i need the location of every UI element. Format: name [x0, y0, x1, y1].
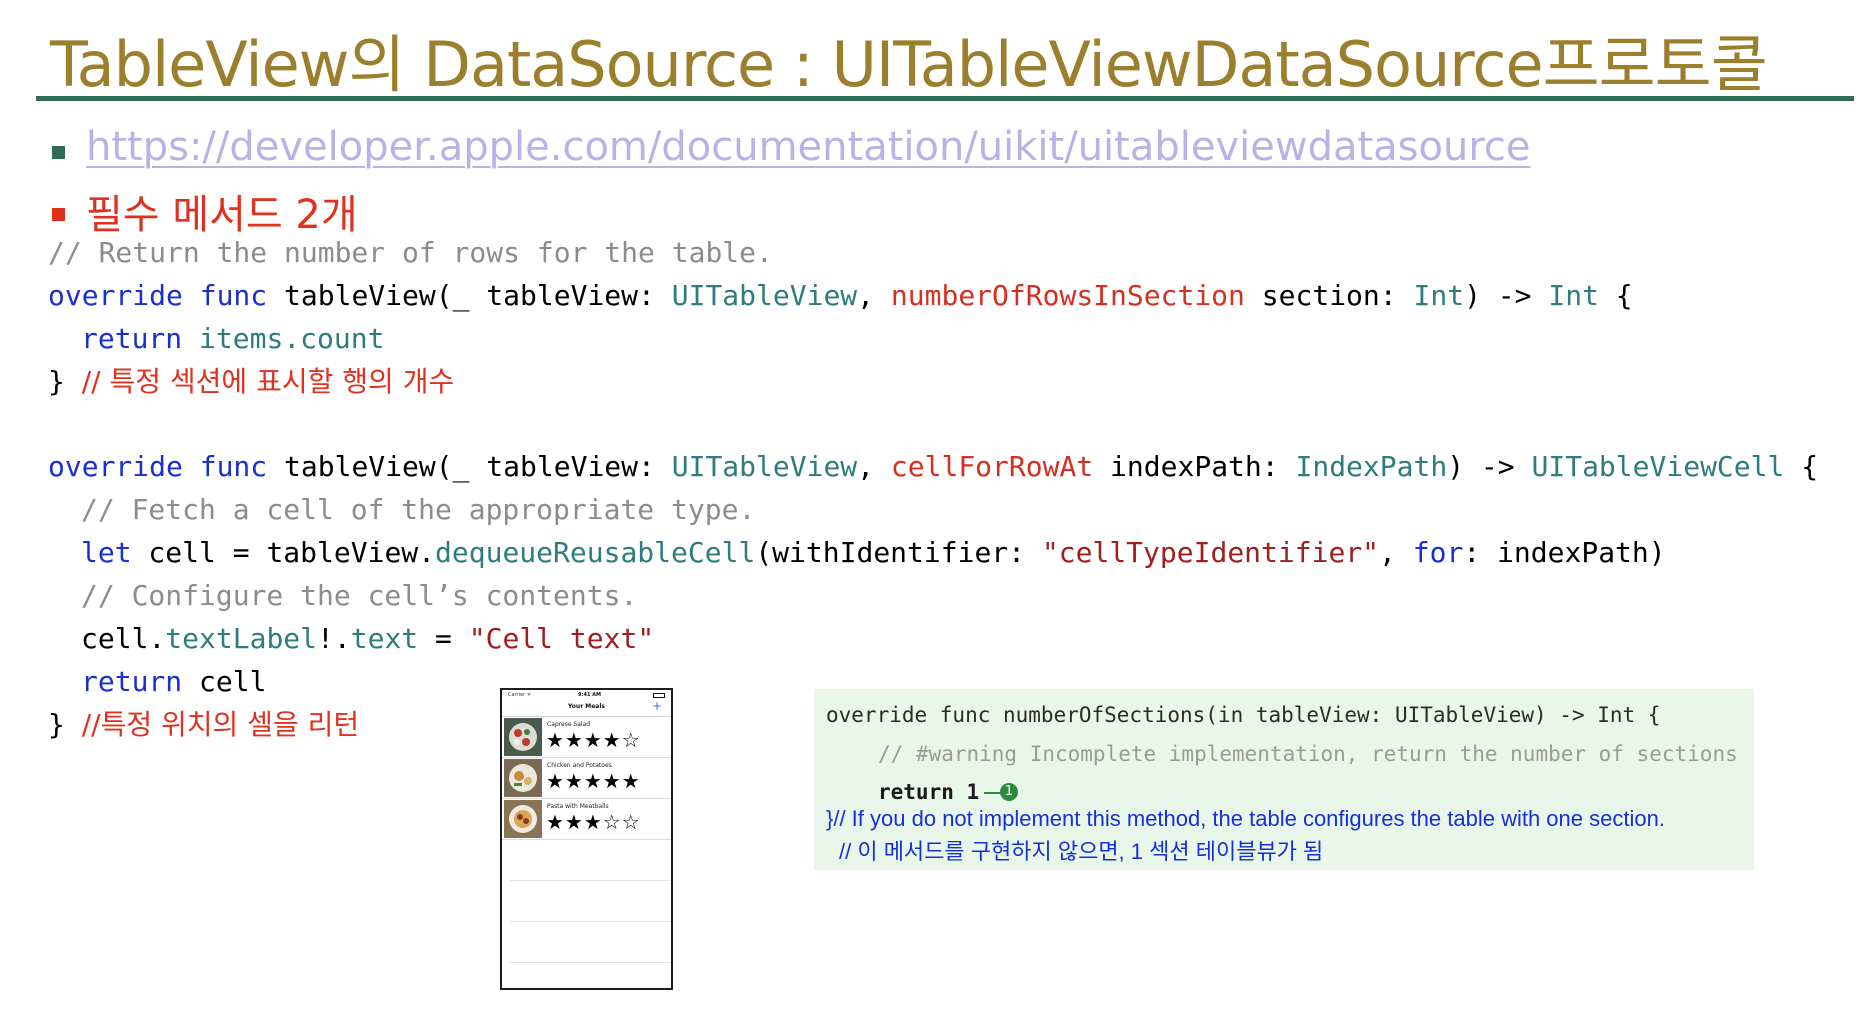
- phone-status-bar: Carrier ᯤ 9:41 AM: [502, 690, 671, 700]
- code-dot: .: [283, 322, 301, 355]
- empty-row: [510, 881, 671, 922]
- type-int-return: Int: [1548, 279, 1599, 312]
- keyword-override: override: [48, 450, 183, 483]
- code-cell: cell: [81, 622, 149, 655]
- bullet-square-red: [52, 208, 65, 221]
- phone-screenshot: Carrier ᯤ 9:41 AM Your Meals + Caprese S…: [500, 688, 673, 990]
- keyword-override: override: [48, 279, 183, 312]
- empty-row: [510, 922, 671, 963]
- phone-time: 9:41 AM: [578, 692, 602, 698]
- phone-carrier: Carrier ᯤ: [508, 692, 532, 698]
- meal-row[interactable]: Pasta with Meatballs ★★★☆☆: [502, 799, 671, 840]
- code-comment-return-rows: // Return the number of rows for the tab…: [48, 236, 773, 269]
- panel-note-english: }// If you do not implement this method,…: [826, 806, 1665, 831]
- panel-warning-comment: // #warning Incomplete implementation, r…: [878, 742, 1738, 766]
- keyword-for: for: [1412, 536, 1464, 569]
- type-indexpath: IndexPath: [1295, 450, 1448, 483]
- code-tableview-open: tableView(_ tableView:: [267, 450, 672, 483]
- code-assign: =: [418, 622, 469, 655]
- keyword-return: return: [81, 665, 183, 698]
- keyword-func: func: [199, 450, 268, 483]
- meal-name: Pasta with Meatballs: [547, 803, 609, 810]
- callout-badge: 1: [1000, 783, 1018, 801]
- meal-name: Caprese Salad: [547, 721, 591, 728]
- rating-stars[interactable]: ★★★★★: [546, 770, 641, 792]
- korean-comment-cell: //특정 위치의 셀을 리턴: [81, 708, 360, 741]
- code-comment-configure: // Configure the cell’s contents.: [81, 579, 638, 612]
- meal-row[interactable]: Chicken and Potatoes ★★★★★: [502, 758, 671, 799]
- code-line-dequeue: let cell = tableView.dequeueReusableCell…: [81, 536, 1666, 570]
- rating-stars[interactable]: ★★★☆☆: [546, 811, 641, 833]
- korean-comment-rows: // 특정 섹션에 표시할 행의 개수: [81, 365, 455, 398]
- code-with-identifier: (withIdentifier:: [755, 536, 1042, 569]
- rating-stars[interactable]: ★★★★☆: [546, 729, 641, 751]
- code-comma: ,: [857, 450, 891, 483]
- code-comment-fetch-cell: // Fetch a cell of the appropriate type.: [81, 493, 756, 526]
- meal-name: Chicken and Potatoes: [547, 762, 612, 769]
- meal-photo-icon: [504, 800, 542, 838]
- type-uitableviewcell: UITableViewCell: [1531, 450, 1785, 483]
- code-text: text: [350, 622, 419, 655]
- bullet-square-green: [52, 146, 65, 159]
- code-comma: ,: [1379, 536, 1413, 569]
- string-cell-identifier: "cellTypeIdentifier": [1041, 536, 1380, 569]
- code-arrow: ) ->: [1447, 450, 1532, 483]
- code-param-indexpath: indexPath:: [1093, 450, 1296, 483]
- code-items: items: [199, 322, 284, 355]
- code-brace-close: }: [48, 365, 65, 398]
- code-dot: .: [148, 622, 166, 655]
- keyword-func: func: [199, 279, 268, 312]
- add-meal-button[interactable]: +: [652, 699, 662, 713]
- required-methods-heading: 필수 메서드 2개: [86, 192, 358, 238]
- panel-signature: override func numberOfSections(in tableV…: [826, 703, 1661, 727]
- code-cell-eq: cell = tableView.: [131, 536, 436, 569]
- code-line-cell-for-row: override func tableView(_ tableView: UIT…: [48, 450, 1818, 484]
- code-param-section: section:: [1244, 279, 1414, 312]
- empty-row: [510, 840, 671, 881]
- title-divider: [36, 96, 1854, 101]
- code-line-close-brace-1: } // 특정 섹션에 표시할 행의 개수: [48, 365, 454, 399]
- code-count: count: [300, 322, 385, 355]
- phone-nav-title: Your Meals: [568, 703, 605, 710]
- code-line-close-brace-2: } //특정 위치의 셀을 리턴: [48, 708, 359, 742]
- code-return-cell-tail: cell: [182, 665, 267, 698]
- code-brace-open: {: [1598, 279, 1633, 312]
- meal-photo-icon: [504, 759, 542, 797]
- code-arrow: ) ->: [1464, 279, 1549, 312]
- battery-icon: [653, 693, 665, 698]
- number-of-sections-panel: override func numberOfSections(in tableV…: [814, 689, 1754, 870]
- meal-row[interactable]: Caprese Salad ★★★★☆: [502, 717, 671, 758]
- keyword-let: let: [81, 536, 132, 569]
- code-line-number-of-rows: override func tableView(_ tableView: UIT…: [48, 279, 1633, 313]
- code-bang-dot: !.: [317, 622, 351, 655]
- documentation-link[interactable]: https://developer.apple.com/documentatio…: [86, 124, 1531, 170]
- type-uitableview: UITableView: [671, 279, 858, 312]
- panel-return-line: return 1: [878, 780, 980, 804]
- code-dequeue-method: dequeueReusableCell: [435, 536, 756, 569]
- label-cell-for-row-at: cellForRowAt: [890, 450, 1094, 483]
- keyword-return: return: [81, 322, 183, 355]
- slide-title: TableView의 DataSource : UITableViewDataS…: [50, 28, 1768, 101]
- code-comma: ,: [857, 279, 891, 312]
- string-cell-text: "Cell text": [468, 622, 655, 655]
- code-line-return-cell: return cell: [81, 665, 266, 699]
- code-for-arg: : indexPath): [1463, 536, 1666, 569]
- code-brace-close: }: [48, 708, 65, 741]
- code-line-cell-text: cell.textLabel!.text = "Cell text": [81, 622, 654, 656]
- label-number-of-rows-in-section: numberOfRowsInSection: [890, 279, 1245, 312]
- type-int: Int: [1413, 279, 1465, 312]
- code-textlabel: textLabel: [165, 622, 318, 655]
- code-tableview-open: tableView(_ tableView:: [267, 279, 672, 312]
- meal-photo-icon: [504, 718, 542, 756]
- phone-nav-bar: Your Meals +: [502, 699, 671, 717]
- code-brace-open: {: [1784, 450, 1819, 483]
- panel-note-korean: // 이 메서드를 구현하지 않으면, 1 섹션 테이블뷰가 됨: [839, 839, 1324, 864]
- type-uitableview: UITableView: [671, 450, 858, 483]
- code-line-return-items-count: return items.count: [81, 322, 384, 356]
